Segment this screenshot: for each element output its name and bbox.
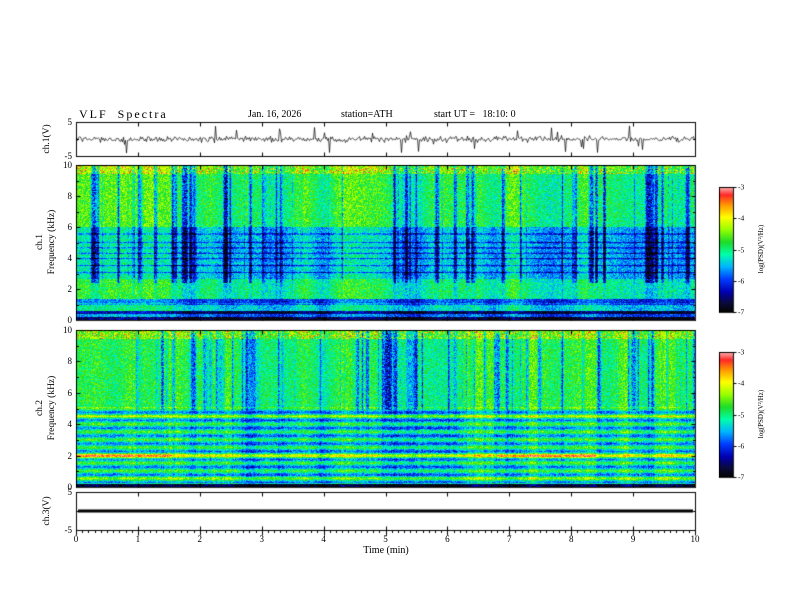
axes-frame: [0, 0, 792, 612]
y-tick-label: 8: [67, 356, 73, 367]
ch3-wave-ylabel: ch.3(V): [42, 496, 53, 526]
colorbar-tick-label: -6: [738, 276, 745, 286]
y-tick-label: -5: [64, 525, 73, 535]
colorbar-tick-label: -3: [738, 182, 745, 192]
colorbar-tick-label: -4: [738, 213, 745, 223]
x-tick-label: 10: [690, 534, 700, 544]
y-tick-label: 4: [67, 419, 73, 430]
colorbar-unit-label: log(PSD)(V²/Hz): [757, 224, 765, 274]
ch1-wave-ylabel: ch.1(V): [42, 124, 53, 154]
colorbar-tick-label: -4: [738, 378, 745, 388]
x-tick-label: 0: [73, 534, 79, 544]
x-tick-label: 8: [568, 534, 574, 544]
ch2-spec-ylabel: ch.2 Frequency (kHz): [35, 375, 57, 441]
colorbar-tick-label: -5: [738, 245, 745, 254]
x-tick-label: 1: [135, 534, 141, 544]
x-tick-label: 7: [507, 534, 512, 544]
x-axis-label: Time (min): [363, 545, 409, 556]
vlf-spectra-figure: VLF Spectra Jan. 16, 2026 station=ATH st…: [0, 0, 792, 612]
x-tick-label: 6: [445, 534, 450, 544]
x-tick-label: 2: [197, 534, 203, 544]
colorbar-unit-label: log(PSD)(V²/Hz): [757, 389, 765, 439]
y-tick-label: 2: [67, 284, 73, 294]
y-tick-label: 6: [67, 387, 73, 398]
colorbar-tick-label: -5: [738, 410, 745, 419]
colorbar-tick-label: -7: [738, 307, 745, 317]
y-tick-label: 10: [63, 160, 72, 170]
colorbar-tick-label: -6: [738, 441, 745, 451]
y-tick-label: 6: [67, 222, 73, 232]
y-tick-label: 4: [67, 253, 73, 263]
y-tick-label: 8: [67, 191, 73, 201]
x-tick-label: 9: [630, 534, 636, 544]
y-tick-label: 5: [67, 117, 73, 127]
y-tick-label: 5: [67, 487, 73, 497]
x-tick-label: 4: [321, 534, 326, 544]
ch1-spec-ylabel: ch.1 Frequency (kHz): [35, 209, 57, 275]
y-tick-label: 2: [67, 450, 73, 461]
x-tick-label: 3: [259, 534, 264, 544]
y-tick-label: 0: [67, 315, 73, 325]
y-tick-label: 10: [63, 325, 72, 335]
colorbar-tick-label: -3: [738, 347, 745, 357]
x-tick-label: 5: [383, 534, 388, 544]
colorbar-tick-label: -7: [738, 472, 745, 482]
